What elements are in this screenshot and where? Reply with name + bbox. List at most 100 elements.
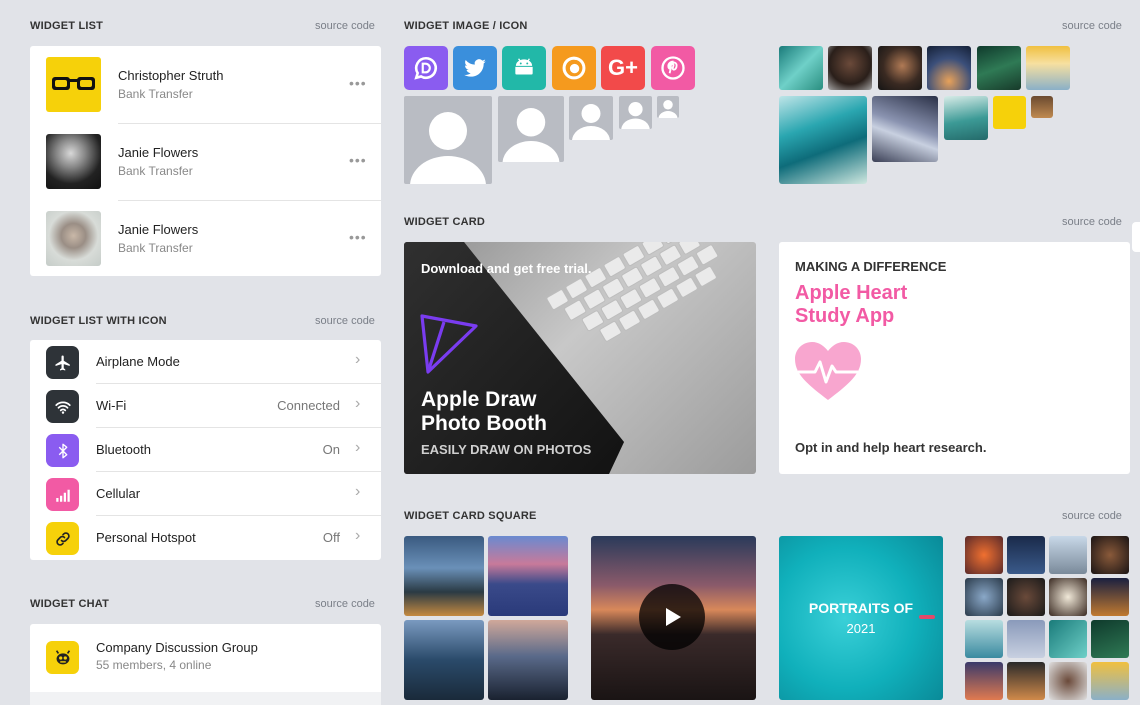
user-placeholder-icon xyxy=(404,96,492,184)
widget-image-title: WIDGET IMAGE / ICON xyxy=(404,20,528,32)
settings-item-label: Personal Hotspot xyxy=(96,530,196,545)
settings-item-value: Connected xyxy=(277,398,340,413)
photo-thumbnail[interactable] xyxy=(965,620,1003,658)
photo-thumbnail[interactable] xyxy=(1091,662,1129,700)
photo-thumbnail[interactable] xyxy=(1091,536,1129,574)
photo-thumbnail[interactable] xyxy=(1026,46,1070,90)
photo-thumbnail[interactable] xyxy=(404,536,484,616)
heart-icon xyxy=(795,342,861,407)
widget-list-icon-source-link[interactable]: source code xyxy=(315,315,375,327)
widget-list-title: WIDGET LIST xyxy=(30,20,104,32)
settings-item-value: Off xyxy=(322,530,340,545)
photo-thumbnail[interactable] xyxy=(779,46,823,90)
more-icon[interactable]: ••• xyxy=(349,152,367,168)
list-item[interactable]: Janie Flowers Bank Transfer ••• xyxy=(30,200,381,277)
photo-thumbnail[interactable] xyxy=(1007,536,1045,574)
widget-card-title: WIDGET CARD xyxy=(404,216,486,228)
settings-item-wifi[interactable]: Wi-Fi Connected › xyxy=(30,384,381,428)
chat-panel: Company Discussion Group 55 members, 4 o… xyxy=(30,624,381,705)
photo-thumbnail[interactable] xyxy=(1091,620,1129,658)
list-item[interactable]: Janie Flowers Bank Transfer ••• xyxy=(30,123,381,201)
photo-thumbnail[interactable] xyxy=(828,46,872,90)
portraits-card[interactable]: PORTRAITS OF 2021 xyxy=(779,536,943,700)
video-card[interactable] xyxy=(591,536,756,700)
card-promo-text: Download and get free trial. xyxy=(421,261,592,276)
photo-thumbnail[interactable] xyxy=(993,96,1026,129)
photo-thumbnail[interactable] xyxy=(1007,578,1045,616)
widget-image-source-link[interactable]: source code xyxy=(1062,20,1122,32)
settings-item-hotspot[interactable]: Personal Hotspot Off › xyxy=(30,516,381,560)
widget-chat-title: WIDGET CHAT xyxy=(30,598,109,610)
settings-item-airplane[interactable]: Airplane Mode › xyxy=(30,340,381,384)
photo-thumbnail[interactable] xyxy=(965,536,1003,574)
settings-item-value: On xyxy=(322,442,340,457)
list-item-name: Janie Flowers xyxy=(118,222,199,237)
photo-thumbnail[interactable] xyxy=(1031,96,1053,118)
chat-group-meta: 55 members, 4 online xyxy=(96,658,212,672)
photo-thumbnail[interactable] xyxy=(404,620,484,700)
chevron-right-icon: › xyxy=(355,395,361,412)
chat-group-name[interactable]: Company Discussion Group xyxy=(96,640,258,655)
widget-list-panel: Christopher Struth Bank Transfer ••• Jan… xyxy=(30,46,381,276)
photo-thumbnail[interactable] xyxy=(1007,662,1045,700)
chevron-right-icon: › xyxy=(355,483,361,500)
photo-thumbnail[interactable] xyxy=(488,620,568,700)
list-item-subtitle: Bank Transfer xyxy=(118,87,193,101)
more-icon[interactable]: ••• xyxy=(349,229,367,245)
airplane-icon xyxy=(46,346,79,379)
photo-thumbnail[interactable] xyxy=(1007,620,1045,658)
widget-card-source-link[interactable]: source code xyxy=(1062,216,1122,228)
list-item-subtitle: Bank Transfer xyxy=(118,241,193,255)
list-item[interactable]: Christopher Struth Bank Transfer ••• xyxy=(30,46,381,124)
heart-study-card[interactable]: MAKING A DIFFERENCE Apple Heart Study Ap… xyxy=(779,242,1130,474)
settings-item-cellular[interactable]: Cellular › xyxy=(30,472,381,516)
portraits-year: 2021 xyxy=(846,621,876,636)
photo-thumbnail[interactable] xyxy=(1049,536,1087,574)
apple-draw-card[interactable]: Download and get free trial. Apple Draw … xyxy=(404,242,756,474)
widget-list-source-link[interactable]: source code xyxy=(315,20,375,32)
more-icon[interactable]: ••• xyxy=(349,75,367,91)
settings-item-label: Wi-Fi xyxy=(96,398,127,413)
settings-list-panel: Airplane Mode › Wi-Fi Connected › Blueto… xyxy=(30,340,381,560)
widget-card-square-source-link[interactable]: source code xyxy=(1062,510,1122,522)
user-placeholder-icon xyxy=(498,96,564,162)
settings-item-label: Bluetooth xyxy=(96,442,151,457)
card-title-line: Photo Booth xyxy=(421,412,547,435)
photo-thumbnail[interactable] xyxy=(944,96,988,140)
google-plus-icon[interactable]: G+ xyxy=(601,46,645,90)
photo-thumbnail[interactable] xyxy=(878,46,922,90)
list-item-name: Christopher Struth xyxy=(118,68,224,83)
chevron-right-icon: › xyxy=(355,527,361,544)
chevron-right-icon: › xyxy=(355,351,361,368)
side-panel-handle[interactable] xyxy=(1132,222,1140,252)
photo-thumbnail[interactable] xyxy=(1049,662,1087,700)
link-icon xyxy=(46,522,79,555)
photo-thumbnail[interactable] xyxy=(488,536,568,616)
settings-item-bluetooth[interactable]: Bluetooth On › xyxy=(30,428,381,472)
photo-thumbnail[interactable] xyxy=(779,96,867,184)
twitter-icon[interactable] xyxy=(453,46,497,90)
photo-thumbnail[interactable] xyxy=(872,96,938,162)
user-placeholder-icon xyxy=(657,96,679,118)
play-icon[interactable] xyxy=(639,584,705,650)
photo-thumbnail[interactable] xyxy=(1049,620,1087,658)
photo-thumbnail[interactable] xyxy=(927,46,971,90)
photo-thumbnail[interactable] xyxy=(977,46,1021,90)
settings-item-label: Airplane Mode xyxy=(96,354,180,369)
disqus-icon[interactable] xyxy=(404,46,448,90)
photo-thumbnail[interactable] xyxy=(965,662,1003,700)
photo-thumbnail[interactable] xyxy=(1091,578,1129,616)
android-icon[interactable] xyxy=(502,46,546,90)
chevron-right-icon: › xyxy=(355,439,361,456)
settings-item-label: Cellular xyxy=(96,486,141,501)
photo-thumbnail[interactable] xyxy=(1049,578,1087,616)
photo-thumbnail[interactable] xyxy=(965,578,1003,616)
widget-chat-source-link[interactable]: source code xyxy=(315,598,375,610)
card-title-line: Study App xyxy=(795,305,895,327)
pinterest-icon[interactable] xyxy=(651,46,695,90)
widget-list-icon-title: WIDGET LIST WITH ICON xyxy=(30,315,167,327)
card-title: Apple Draw Photo Booth xyxy=(421,388,547,436)
wifi-icon xyxy=(46,390,79,423)
firefox-icon[interactable] xyxy=(552,46,596,90)
widget-card-square-title: WIDGET CARD SQUARE xyxy=(404,510,537,522)
